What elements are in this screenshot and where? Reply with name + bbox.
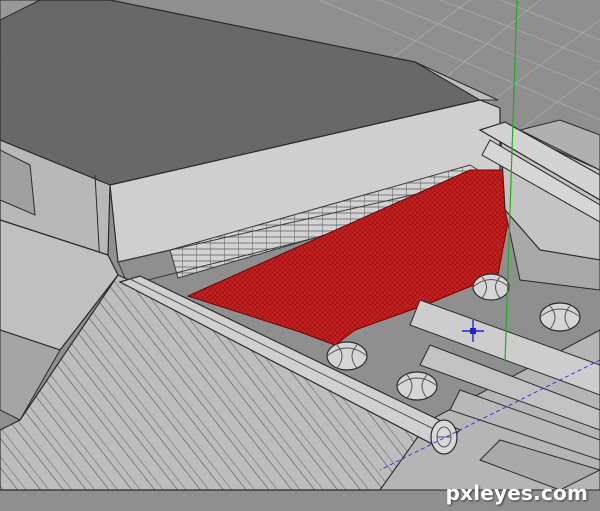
rail-end-cap xyxy=(430,419,458,455)
dome-2 xyxy=(396,371,438,401)
dome-1 xyxy=(326,341,368,371)
model-scene[interactable] xyxy=(0,0,600,511)
3d-viewport[interactable]: pxleyes.com xyxy=(0,0,600,511)
dome-3 xyxy=(472,273,510,301)
watermark-logo: pxleyes.com xyxy=(445,481,588,505)
dome-4 xyxy=(539,302,581,332)
